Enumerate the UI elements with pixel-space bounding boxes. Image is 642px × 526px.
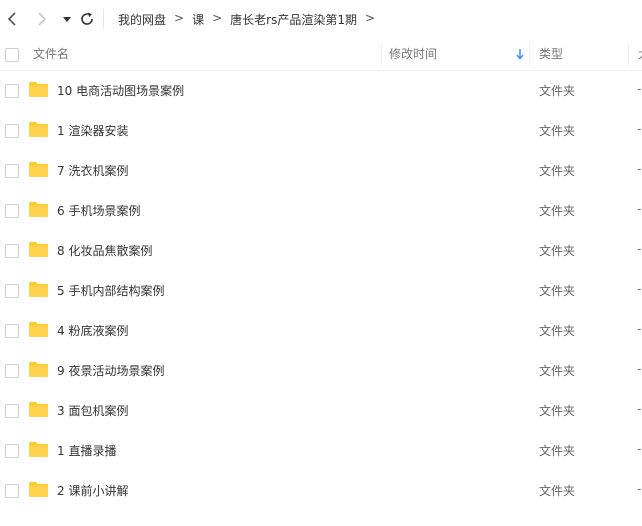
chevron-left-icon[interactable]	[4, 10, 22, 28]
file-size: -	[637, 362, 642, 376]
file-row[interactable]: 4 粉底液案例 文件夹 -	[0, 310, 642, 350]
file-type: 文件夹	[539, 124, 576, 138]
row-checkbox[interactable]	[5, 164, 19, 178]
file-type: 文件夹	[539, 164, 576, 178]
file-name[interactable]: 4 粉底液案例	[57, 322, 128, 339]
folder-icon	[29, 82, 48, 97]
folder-icon	[29, 122, 48, 137]
folder-icon	[29, 162, 48, 177]
column-divider[interactable]	[628, 44, 629, 65]
row-checkbox[interactable]	[5, 364, 19, 378]
file-type: 文件夹	[539, 364, 576, 378]
file-type: 文件夹	[539, 244, 576, 258]
file-row[interactable]: 6 手机场景案例 文件夹 -	[0, 190, 642, 230]
file-type: 文件夹	[539, 444, 576, 458]
file-type: 文件夹	[539, 284, 576, 298]
row-checkbox[interactable]	[5, 444, 19, 458]
file-size: -	[637, 82, 642, 96]
folder-icon	[29, 482, 48, 497]
file-row[interactable]: 8 化妆品焦散案例 文件夹 -	[0, 230, 642, 270]
row-checkbox[interactable]	[5, 84, 19, 98]
breadcrumb-item-course[interactable]: 课	[192, 11, 204, 28]
sort-down-arrow-icon[interactable]	[514, 47, 526, 61]
file-name[interactable]: 6 手机场景案例	[57, 202, 140, 219]
column-divider[interactable]	[529, 44, 530, 65]
file-size: -	[637, 442, 642, 456]
column-header-type[interactable]: 类型	[539, 39, 563, 70]
file-type: 文件夹	[539, 204, 576, 218]
file-list-header: 文件名 修改时间 类型 大	[0, 39, 642, 71]
folder-icon	[29, 442, 48, 457]
chevron-right-icon[interactable]	[32, 10, 50, 28]
row-checkbox[interactable]	[5, 124, 19, 138]
file-row[interactable]: 9 夜景活动场景案例 文件夹 -	[0, 350, 642, 390]
file-size: -	[637, 122, 642, 136]
toolbar-divider	[103, 9, 104, 29]
file-name[interactable]: 9 夜景活动场景案例	[57, 362, 164, 379]
file-size: -	[637, 402, 642, 416]
file-size: -	[637, 482, 642, 496]
folder-icon	[29, 242, 48, 257]
file-row[interactable]: 3 面包机案例 文件夹 -	[0, 390, 642, 430]
file-type: 文件夹	[539, 484, 576, 498]
row-checkbox[interactable]	[5, 284, 19, 298]
row-checkbox[interactable]	[5, 204, 19, 218]
folder-icon	[29, 362, 48, 377]
select-all-checkbox[interactable]	[5, 48, 19, 62]
file-type: 文件夹	[539, 324, 576, 338]
file-size: -	[637, 282, 642, 296]
row-checkbox[interactable]	[5, 484, 19, 498]
breadcrumb: 我的网盘 > 课 > 唐长老rs产品渲染第1期 >	[118, 11, 383, 28]
file-size: -	[637, 202, 642, 216]
row-checkbox[interactable]	[5, 404, 19, 418]
column-header-mtime[interactable]: 修改时间	[389, 39, 437, 70]
folder-icon	[29, 202, 48, 217]
breadcrumb-item-current[interactable]: 唐长老rs产品渲染第1期	[230, 11, 357, 28]
file-row[interactable]: 7 洗衣机案例 文件夹 -	[0, 150, 642, 190]
file-name[interactable]: 7 洗衣机案例	[57, 162, 128, 179]
refresh-icon[interactable]	[78, 10, 96, 28]
breadcrumb-separator: >	[364, 11, 376, 25]
file-row[interactable]: 2 课前小讲解 文件夹 -	[0, 470, 642, 510]
file-name[interactable]: 1 渲染器安装	[57, 122, 128, 139]
file-row[interactable]: 10 电商活动图场景案例 文件夹 -	[0, 70, 642, 110]
file-type: 文件夹	[539, 84, 576, 98]
file-name[interactable]: 2 课前小讲解	[57, 482, 128, 499]
row-checkbox[interactable]	[5, 244, 19, 258]
column-header-size[interactable]: 大	[638, 39, 642, 70]
file-name[interactable]: 5 手机内部结构案例	[57, 282, 164, 299]
file-row[interactable]: 1 直播录播 文件夹 -	[0, 430, 642, 470]
file-size: -	[637, 242, 642, 256]
toolbar: 我的网盘 > 课 > 唐长老rs产品渲染第1期 >	[0, 0, 642, 38]
breadcrumb-item-home[interactable]: 我的网盘	[118, 11, 166, 28]
caret-down-icon[interactable]	[58, 10, 76, 28]
file-name[interactable]: 3 面包机案例	[57, 402, 128, 419]
file-size: -	[637, 162, 642, 176]
file-row[interactable]: 1 渲染器安装 文件夹 -	[0, 110, 642, 150]
file-row[interactable]: 5 手机内部结构案例 文件夹 -	[0, 270, 642, 310]
column-divider[interactable]	[381, 44, 382, 65]
breadcrumb-separator: >	[174, 11, 185, 25]
file-name[interactable]: 1 直播录播	[57, 442, 116, 459]
folder-icon	[29, 322, 48, 337]
file-type: 文件夹	[539, 404, 576, 418]
folder-icon	[29, 402, 48, 417]
file-name[interactable]: 10 电商活动图场景案例	[57, 82, 184, 99]
breadcrumb-separator: >	[212, 11, 223, 25]
folder-icon	[29, 282, 48, 297]
file-name[interactable]: 8 化妆品焦散案例	[57, 242, 152, 259]
row-checkbox[interactable]	[5, 324, 19, 338]
file-size: -	[637, 322, 642, 336]
column-header-name[interactable]: 文件名	[33, 39, 69, 70]
